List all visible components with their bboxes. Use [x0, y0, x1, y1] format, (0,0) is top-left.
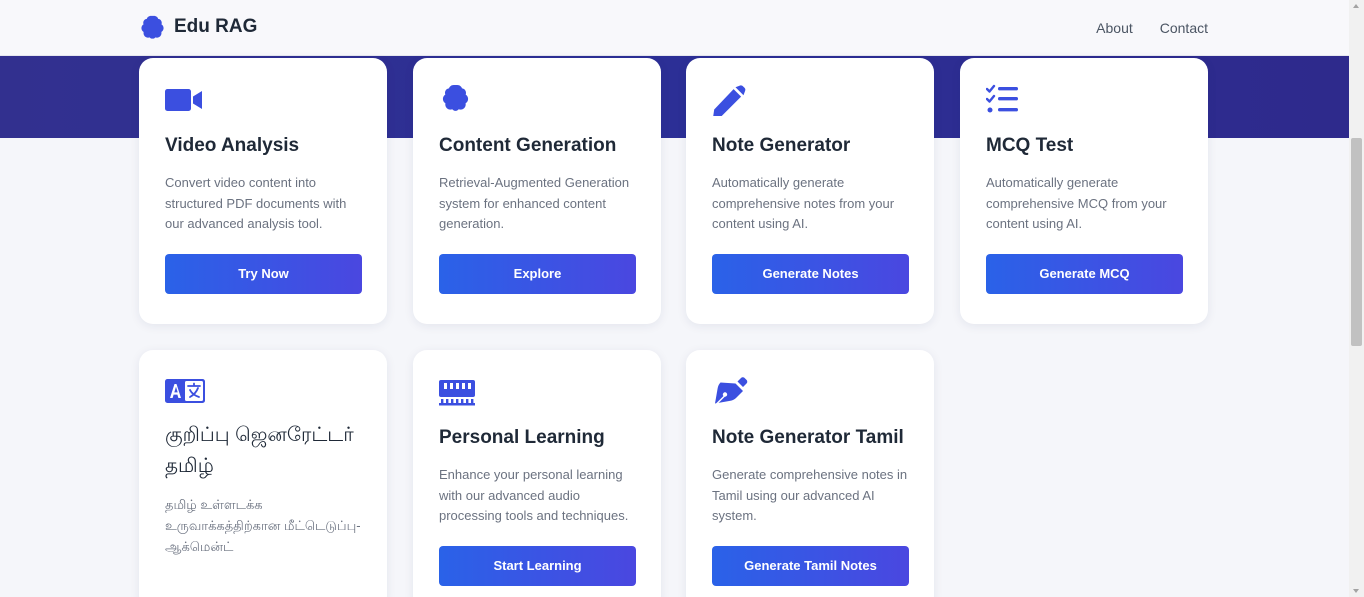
card-description: Convert video content into structured PD…	[165, 175, 347, 231]
pencil-icon	[713, 85, 746, 116]
nav-links: About Contact	[1096, 20, 1208, 36]
card-title: Personal Learning	[439, 427, 605, 448]
card-title: Note Generator	[712, 135, 851, 156]
language-icon	[165, 379, 205, 403]
brain-icon	[442, 85, 469, 111]
brain-icon	[141, 15, 164, 39]
nav-link-about[interactable]: About	[1096, 20, 1133, 36]
card-description: Automatically generate comprehensive not…	[712, 175, 895, 231]
card-description: Retrieval-Augmented Generation system fo…	[439, 175, 630, 231]
scroll-down-arrow-icon[interactable]	[1353, 589, 1359, 593]
card-description: தமிழ் உள்ளடக்க உருவாக்கத்திற்கான மீட்டெட…	[165, 497, 361, 554]
nav-link-contact[interactable]: Contact	[1160, 20, 1208, 36]
start-learning-button[interactable]: Start Learning	[439, 545, 636, 586]
explore-button[interactable]: Explore	[439, 253, 636, 294]
card-title: MCQ Test	[986, 135, 1074, 156]
card-title: Note Generator Tamil	[712, 427, 904, 448]
card-description: Automatically generate comprehensive MCQ…	[986, 175, 1167, 231]
fountain-pen-icon	[714, 377, 748, 406]
scroll-up-arrow-icon[interactable]	[1353, 4, 1359, 8]
brand[interactable]: Edu RAG	[139, 13, 257, 41]
card-title: Video Analysis	[165, 135, 300, 156]
top-navbar: Edu RAG About Contact	[0, 0, 1349, 56]
video-camera-icon	[165, 89, 202, 111]
feature-card-tamil-note-generator: குறிப்பு ஜெனரேட்டர் தமிழ் தமிழ் உள்ளடக்க…	[139, 350, 387, 597]
generate-mcq-button[interactable]: Generate MCQ	[986, 253, 1183, 294]
feature-card-note-generator-tamil: Note Generator Tamil Generate comprehens…	[686, 350, 934, 597]
scrollbar-thumb[interactable]	[1351, 138, 1362, 346]
feature-card-video-analysis: Video Analysis Convert video content int…	[139, 58, 387, 324]
generate-tamil-notes-button[interactable]: Generate Tamil Notes	[712, 545, 909, 586]
feature-card-personal-learning: Personal Learning Enhance your personal …	[413, 350, 661, 597]
card-title: Content Generation	[439, 135, 617, 156]
checklist-icon	[986, 84, 1018, 113]
feature-card-content-generation: Content Generation Retrieval-Augmented G…	[413, 58, 661, 324]
card-description: Enhance your personal learning with our …	[439, 467, 629, 523]
vertical-scrollbar[interactable]	[1349, 0, 1364, 597]
try-now-button[interactable]: Try Now	[165, 253, 362, 294]
generate-notes-button[interactable]: Generate Notes	[712, 253, 909, 294]
audio-processing-icon	[439, 380, 475, 406]
card-title: குறிப்பு ஜெனரேட்டர் தமிழ்	[165, 424, 354, 477]
feature-card-mcq-test: MCQ Test Automatically generate comprehe…	[960, 58, 1208, 324]
feature-card-note-generator: Note Generator Automatically generate co…	[686, 58, 934, 324]
brand-name: Edu RAG	[174, 16, 258, 37]
card-description: Generate comprehensive notes in Tamil us…	[712, 467, 908, 523]
